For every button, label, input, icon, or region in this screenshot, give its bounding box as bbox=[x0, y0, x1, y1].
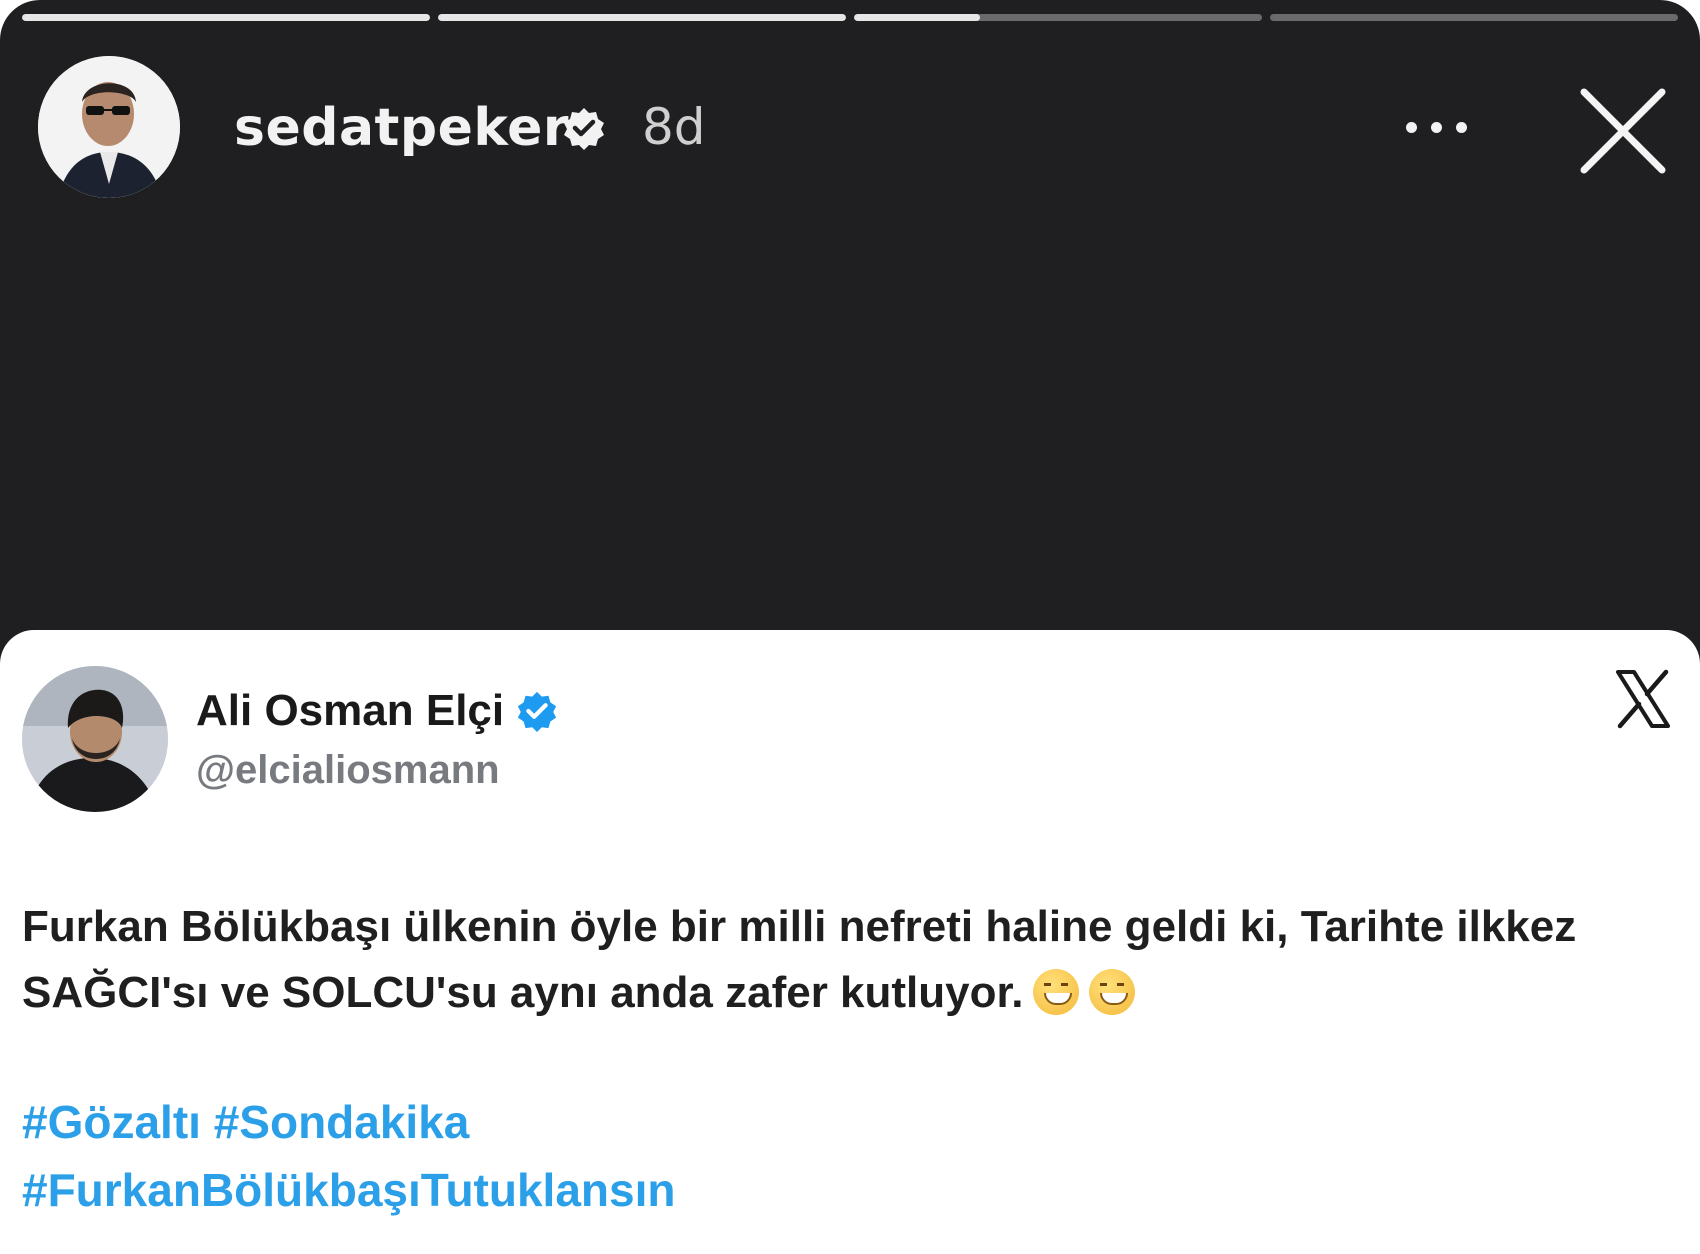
progress-segment bbox=[1270, 14, 1678, 21]
progress-segment bbox=[438, 14, 846, 21]
progress-segment bbox=[854, 14, 1262, 21]
tweet-hashtags: #Gözaltı #Sondakika #FurkanBölükbaşıTutu… bbox=[22, 1088, 675, 1224]
story-avatar[interactable] bbox=[38, 56, 180, 198]
progress-segment bbox=[22, 14, 430, 21]
tweet-author-avatar[interactable] bbox=[22, 666, 168, 812]
tweet-display-name[interactable]: Ali Osman Elçi bbox=[196, 686, 504, 736]
tweet-handle[interactable]: @elcialiosmann bbox=[196, 748, 500, 793]
tweet-text: Furkan Bölükbaşı ülkenin öyle bir milli … bbox=[22, 902, 1577, 1017]
grinning-face-emoji-icon bbox=[1033, 969, 1080, 1015]
tweet-author-row: Ali Osman Elçi bbox=[196, 686, 558, 736]
more-horizontal-icon[interactable] bbox=[1406, 112, 1486, 142]
story-username[interactable]: sedatpeker bbox=[234, 98, 569, 158]
more-dot bbox=[1406, 121, 1417, 133]
tweet-card[interactable]: Ali Osman Elçi @elcialiosmann Furkan Böl… bbox=[0, 630, 1700, 1254]
progress-fill bbox=[854, 14, 981, 21]
tweet-body: Furkan Bölükbaşı ülkenin öyle bir milli … bbox=[22, 894, 1682, 1026]
avatar-portrait bbox=[22, 666, 168, 812]
verified-badge-icon bbox=[564, 108, 604, 150]
avatar-portrait bbox=[38, 56, 180, 198]
screenshot-frame: sedatpeker 8d Ali Osman Elçi @elcialiosm… bbox=[0, 0, 1700, 1254]
grinning-face-emoji-icon bbox=[1089, 969, 1136, 1015]
more-dot bbox=[1456, 121, 1467, 133]
story-timestamp: 8d bbox=[642, 98, 706, 156]
verified-badge-icon bbox=[518, 691, 557, 732]
progress-fill bbox=[438, 14, 846, 21]
story-progress-bar bbox=[22, 14, 1678, 22]
story-viewer[interactable]: sedatpeker 8d bbox=[0, 0, 1700, 680]
hashtag-link-line[interactable]: #Gözaltı #Sondakika bbox=[22, 1088, 675, 1156]
more-dot bbox=[1431, 121, 1442, 133]
close-icon[interactable] bbox=[1576, 84, 1670, 178]
x-logo-icon[interactable] bbox=[1612, 668, 1674, 730]
hashtag-link-line[interactable]: #FurkanBölükbaşıTutuklansın bbox=[22, 1156, 675, 1224]
progress-fill bbox=[22, 14, 430, 21]
